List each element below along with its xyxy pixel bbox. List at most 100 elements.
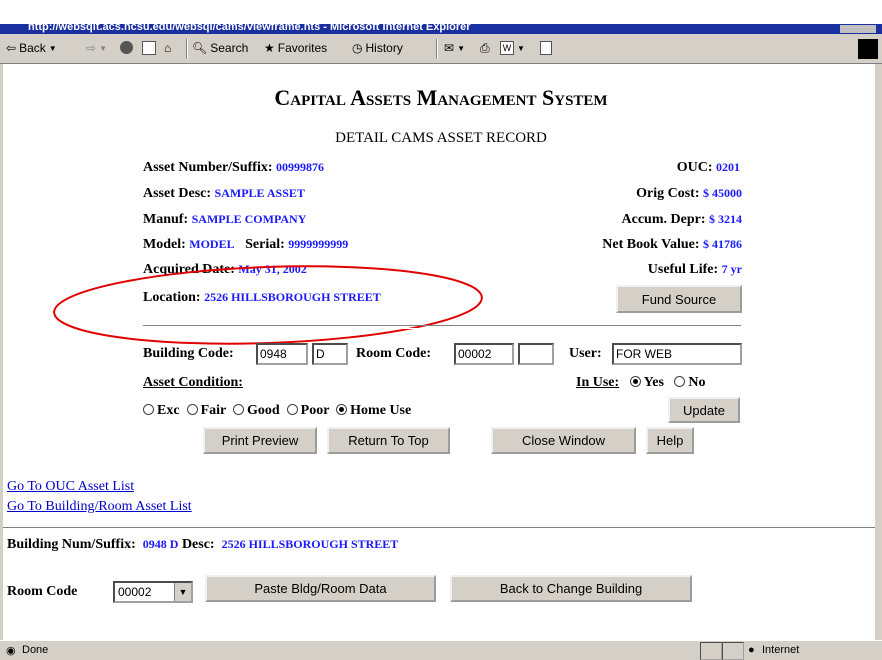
manuf-value: SAMPLE COMPANY — [191, 212, 307, 226]
condition-radio-group: Exc Fair Good Poor Home Use — [143, 403, 411, 419]
asset-number-value: 00999876 — [276, 160, 324, 174]
orig-cost-row: Orig Cost: $ 45000 — [480, 186, 742, 202]
condition-exc-radio[interactable] — [143, 404, 154, 415]
building-code-label: Building Code: — [143, 346, 234, 361]
history-icon: ◷ — [352, 41, 363, 55]
ie-logo-icon — [858, 39, 878, 59]
condition-home-use-radio[interactable] — [336, 404, 348, 415]
chevron-down-icon: ▼ — [174, 583, 191, 601]
forward-button[interactable]: ⇨ ▼ — [86, 41, 107, 55]
mail-button[interactable]: ✉ ▼ — [444, 41, 465, 55]
building-room-asset-list-link[interactable]: Go To Building/Room Asset List — [7, 499, 192, 515]
window-frame-right — [875, 64, 882, 640]
browser-toolbar: ⇦ Back ▼ ⇨ ▼ ⌂ 🔍︎ Search ★ Favorites ◷ H… — [0, 34, 882, 64]
in-use-yes-label: Yes — [643, 375, 664, 390]
home-button[interactable]: ⌂ — [164, 41, 171, 55]
refresh-button[interactable] — [142, 41, 156, 55]
model-value: MODEL — [189, 237, 235, 251]
update-button[interactable]: Update — [668, 397, 740, 423]
orig-cost-value: $ 45000 — [703, 186, 742, 200]
browser-title-bar: http://websqlt.acs.ncsu.edu/websql/cams/… — [0, 24, 882, 34]
help-button[interactable]: Help — [646, 427, 694, 454]
dropdown-arrow-icon: ▼ — [99, 43, 107, 53]
window-controls[interactable] — [840, 25, 876, 33]
mail-icon: ✉ — [444, 41, 455, 55]
manuf-row: Manuf: SAMPLE COMPANY — [143, 212, 306, 228]
accum-depr-row: Accum. Depr: $ 3214 — [480, 212, 742, 228]
home-icon: ⌂ — [164, 41, 172, 55]
dropdown-arrow-icon: ▼ — [457, 43, 465, 53]
print-preview-button[interactable]: Print Preview — [203, 427, 317, 454]
manuf-label: Manuf: — [143, 212, 189, 227]
condition-good-radio[interactable] — [232, 404, 244, 415]
history-button[interactable]: ◷ History — [352, 41, 403, 55]
building-code-input[interactable]: 0948 — [256, 343, 308, 365]
condition-exc-label: Exc — [157, 403, 180, 418]
page-done-icon: ◉ — [6, 645, 16, 657]
ouc-label: OUC: — [676, 160, 713, 175]
edit-button[interactable]: W ▼ — [500, 41, 525, 55]
in-use-yes-radio[interactable] — [629, 376, 641, 387]
in-use-label: In Use: — [576, 375, 620, 390]
serial-label: Serial: — [245, 237, 285, 252]
search-button[interactable]: 🔍︎ Search — [192, 41, 248, 55]
section-divider — [143, 325, 741, 329]
page-title: Capital Assets Management System — [274, 85, 608, 110]
dropdown-arrow-icon: ▼ — [48, 43, 57, 53]
room-code-select[interactable]: 00002 ▼ — [113, 581, 193, 603]
condition-poor-radio[interactable] — [286, 404, 298, 415]
serial-value: 9999999999 — [288, 237, 349, 251]
room-suffix-input[interactable] — [518, 343, 554, 365]
print-button[interactable]: ⎙ — [480, 41, 490, 56]
room-code-input[interactable]: 00002 — [454, 343, 514, 365]
internet-zone-label: Internet — [762, 644, 800, 656]
return-to-top-button[interactable]: Return To Top — [327, 427, 450, 454]
stop-button[interactable] — [120, 41, 133, 54]
useful-life-value: 7 yr — [721, 262, 742, 276]
ouc-asset-list-link[interactable]: Go To OUC Asset List — [7, 479, 134, 495]
asset-number-row: Asset Number/Suffix: 00999876 — [143, 160, 324, 176]
building-suffix-input[interactable]: D — [312, 343, 348, 365]
net-book-value: $ 41786 — [703, 237, 742, 251]
toolbar-separator — [186, 39, 188, 59]
highlight-ellipse — [53, 265, 483, 345]
back-arrow-icon: ⇦ — [6, 41, 17, 55]
net-book-value-row: Net Book Value: $ 41786 — [480, 237, 742, 253]
accum-depr-label: Accum. Depr: — [621, 212, 706, 227]
accum-depr-value: $ 3214 — [709, 212, 742, 226]
dropdown-arrow-icon: ▼ — [517, 43, 525, 53]
refresh-icon — [142, 41, 156, 55]
back-button[interactable]: ⇦ Back ▼ — [6, 41, 57, 55]
browser-status-bar: ◉ Done ● Internet — [0, 640, 882, 660]
model-label: Model: — [143, 237, 186, 252]
stop-icon — [120, 41, 133, 54]
condition-poor-label: Poor — [300, 403, 330, 418]
lower-room-code-label: Room Code — [7, 584, 78, 599]
condition-fair-radio[interactable] — [186, 404, 198, 415]
ouc-value: 0201 — [716, 160, 740, 174]
favorites-button[interactable]: ★ Favorites — [264, 41, 327, 55]
room-code-select-value: 00002 — [118, 585, 152, 599]
discuss-button[interactable] — [540, 41, 552, 55]
page-subtitle: DETAIL CAMS ASSET RECORD — [335, 130, 547, 146]
asset-desc-row: Asset Desc: SAMPLE ASSET — [143, 186, 305, 202]
browser-title: http://websqlt.acs.ncsu.edu/websql/cams/… — [28, 24, 471, 33]
building-desc-label: Desc: — [181, 537, 215, 552]
building-num-row: Building Num/Suffix: 0948 D Desc: 2526 H… — [7, 537, 398, 553]
toolbar-separator — [436, 39, 438, 59]
fund-source-button[interactable]: Fund Source — [616, 285, 742, 313]
user-input[interactable]: FOR WEB — [612, 343, 742, 365]
back-to-change-building-button[interactable]: Back to Change Building — [450, 575, 692, 602]
condition-good-label: Good — [246, 403, 280, 418]
useful-life-label: Useful Life: — [647, 262, 719, 277]
close-window-button[interactable]: Close Window — [491, 427, 636, 454]
building-desc-value: 2526 HILLSBOROUGH STREET — [221, 537, 399, 551]
forward-arrow-icon: ⇨ — [86, 41, 97, 55]
printer-icon: ⎙ — [480, 41, 490, 55]
frame-divider — [3, 527, 875, 531]
paste-bldg-room-button[interactable]: Paste Bldg/Room Data — [205, 575, 436, 602]
condition-home-use-label: Home Use — [350, 403, 412, 418]
in-use-no-radio[interactable] — [674, 376, 686, 387]
status-panel — [700, 642, 722, 660]
net-book-value-label: Net Book Value: — [602, 237, 700, 252]
